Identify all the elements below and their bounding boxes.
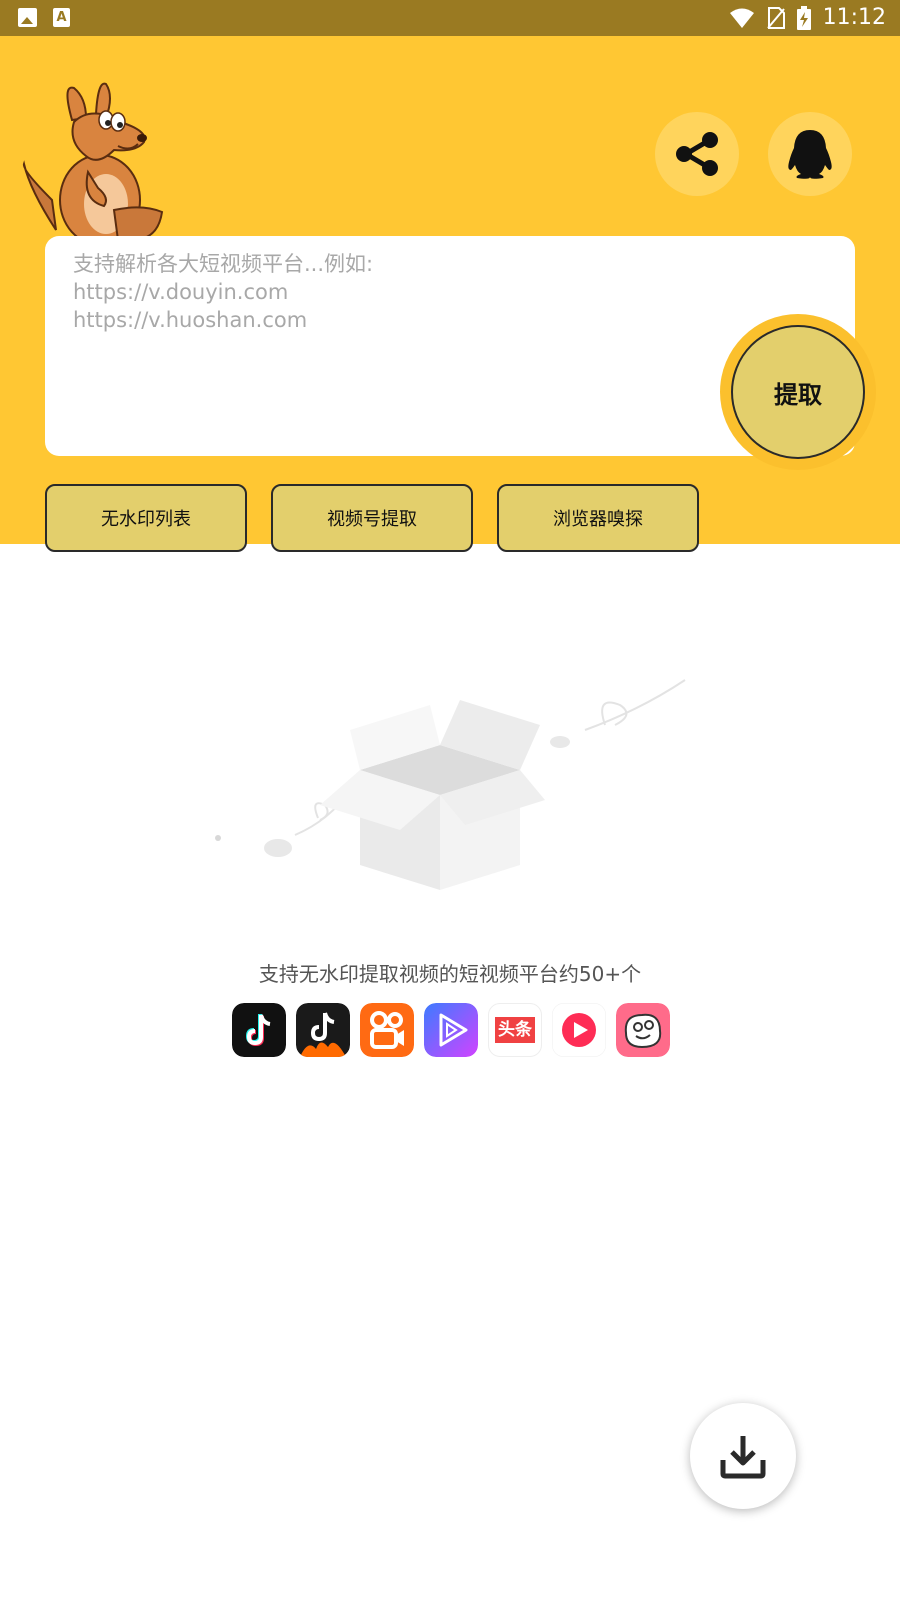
open-box-illustration	[215, 679, 686, 890]
extract-button[interactable]: 提取	[731, 325, 865, 459]
platform-icon-row: 头条	[232, 1003, 670, 1057]
supported-platforms-text: 支持无水印提取视频的短视频平台约50+个	[258, 962, 642, 986]
toutiao-icon[interactable]: 头条	[488, 1003, 542, 1057]
weishi-icon[interactable]	[424, 1003, 478, 1057]
no-watermark-list-button[interactable]: 无水印列表	[45, 484, 247, 552]
status-time: 11:12	[822, 5, 886, 30]
app-screen: A 11:12 支持解析各大短视频平台...例如: https://v.douy…	[0, 0, 900, 1600]
status-left: A	[18, 8, 70, 27]
xigua-icon[interactable]	[552, 1003, 606, 1057]
share-icon	[676, 132, 718, 176]
action-button-row: 无水印列表 视频号提取 浏览器嗅探	[45, 484, 699, 552]
text-a-icon: A	[53, 8, 70, 27]
download-icon	[720, 1436, 766, 1479]
browser-sniff-button[interactable]: 浏览器嗅探	[497, 484, 699, 552]
status-right: 11:12	[729, 6, 886, 30]
qq-button[interactable]	[768, 112, 852, 196]
channels-extract-button[interactable]: 视频号提取	[271, 484, 473, 552]
kuaishou-icon[interactable]	[360, 1003, 414, 1057]
share-button[interactable]	[655, 112, 739, 196]
battery-charging-icon	[796, 6, 811, 30]
pipixia-icon[interactable]	[616, 1003, 670, 1057]
download-button[interactable]	[690, 1403, 796, 1509]
qq-penguin-icon	[788, 130, 832, 179]
header-panel: 提取 无水印列表 视频号提取 浏览器嗅探	[0, 36, 900, 552]
douyin-icon[interactable]	[232, 1003, 286, 1057]
status-bar: A 11:12	[0, 0, 900, 36]
url-input[interactable]	[73, 250, 693, 440]
toutiao-text: 头条	[495, 1017, 535, 1043]
image-icon	[18, 8, 37, 27]
douyin-huoshan-icon[interactable]	[296, 1003, 350, 1057]
wifi-icon	[729, 8, 754, 28]
kangaroo-mascot	[22, 82, 164, 240]
no-sim-icon	[766, 7, 785, 29]
